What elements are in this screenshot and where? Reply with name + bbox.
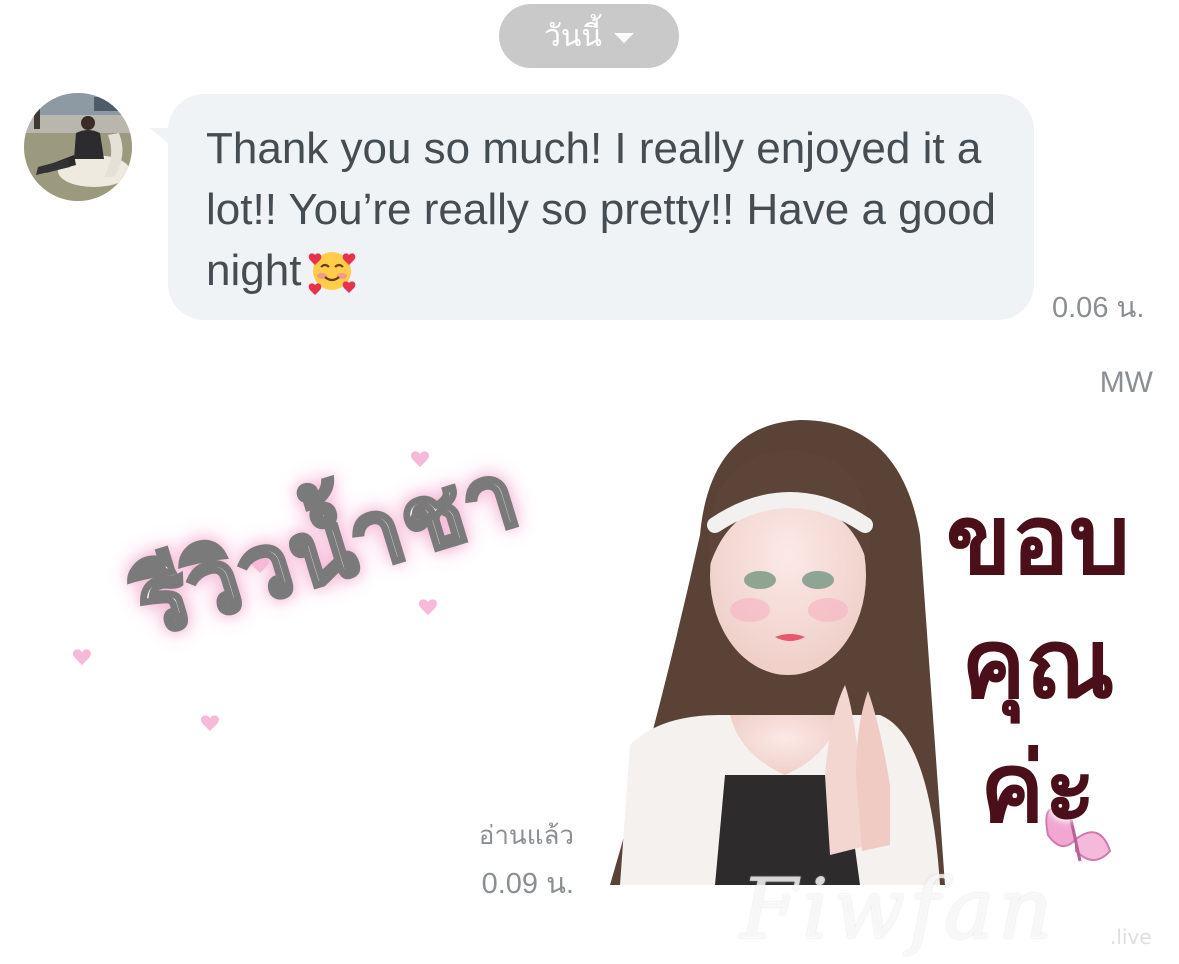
sender-label: MW [1099, 366, 1153, 399]
watermark: Fiwfan [740, 860, 1057, 958]
sticker-2-line-2: คุณ [961, 608, 1115, 720]
smiling-face-with-hearts-icon [309, 252, 356, 295]
chevron-down-icon [613, 33, 634, 43]
date-selector[interactable]: วันนี้ [499, 4, 679, 68]
watermark-sub: .live [1110, 925, 1152, 949]
contact-avatar[interactable] [24, 93, 132, 201]
sticker-2-text: ขอบ คุณ ค่ะ [928, 478, 1148, 850]
avatar-photo [24, 93, 132, 201]
outgoing-timestamp: 0.09 น. [481, 868, 574, 900]
sticker-2-line-1: ขอบ [945, 484, 1131, 596]
chat-screen: วันนี้ Thank you so much! I really enjoy… [0, 0, 1179, 964]
sticker-2-line-3: ค่ะ [980, 732, 1096, 844]
date-label: วันนี้ [544, 18, 602, 54]
message-bubble[interactable]: Thank you so much! I really enjoyed it a… [168, 94, 1034, 320]
incoming-timestamp: 0.06 น. [1052, 292, 1145, 324]
read-status: อ่านแล้ว [478, 821, 574, 851]
